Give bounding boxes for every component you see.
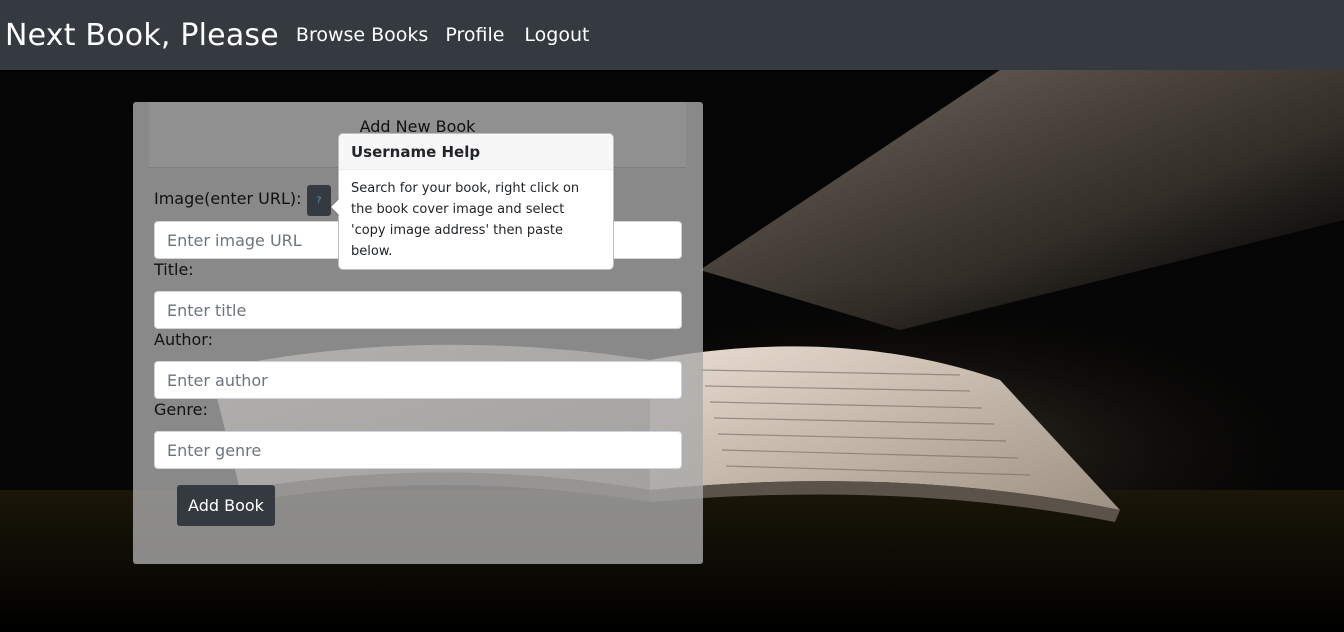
nav-link-browse-books[interactable]: Browse Books [296, 24, 428, 46]
popover-body: Search for your book, right click on the… [351, 181, 580, 259]
question-mark-icon: ? [316, 195, 322, 206]
navbar: Next Book, Please Browse Books Profile L… [0, 0, 1344, 70]
author-input[interactable] [154, 361, 682, 399]
genre-label: Genre: [154, 400, 208, 419]
title-input[interactable] [154, 291, 682, 329]
help-button[interactable]: ? [307, 185, 331, 216]
nav-link-logout[interactable]: Logout [524, 24, 589, 46]
title-label: Title: [154, 260, 194, 279]
popover-arrow [330, 198, 339, 216]
add-book-button[interactable]: Add Book [177, 485, 275, 526]
genre-input[interactable] [154, 431, 682, 469]
popover-title: Username Help [339, 134, 613, 170]
brand-title[interactable]: Next Book, Please [5, 18, 279, 53]
nav-link-profile[interactable]: Profile [445, 24, 504, 46]
image-url-label: Image(enter URL): [154, 189, 302, 208]
author-label: Author: [154, 330, 213, 349]
help-popover: Username Help Search for your book, righ… [330, 133, 614, 270]
